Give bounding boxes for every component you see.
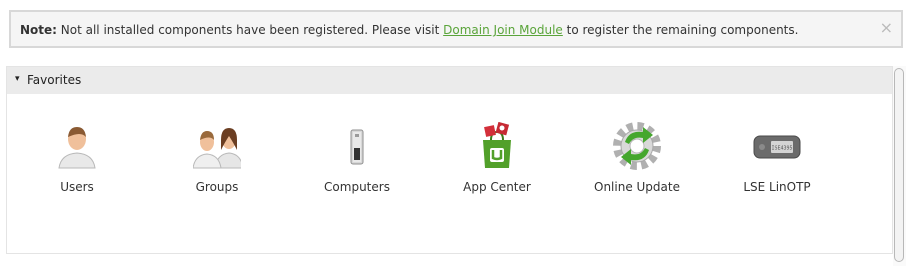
otp-token-icon: ISE4395 [753, 135, 801, 159]
notice-prefix: Note: [20, 23, 57, 37]
otp-token-display: ISE4395 [771, 146, 792, 152]
favorites-title: Favorites [27, 73, 82, 87]
app-center-icon [483, 122, 511, 168]
module-label: Computers [324, 180, 390, 194]
domain-join-link[interactable]: Domain Join Module [443, 23, 563, 37]
module-computers[interactable]: Computers [297, 117, 417, 201]
module-app-center[interactable]: App Center [437, 117, 557, 201]
module-label: LSE LinOTP [743, 180, 811, 194]
caret-down-icon: ▾ [15, 74, 20, 84]
registration-notice: Note: Not all installed components have … [9, 10, 903, 48]
module-label: App Center [463, 180, 531, 194]
vertical-scrollbar[interactable] [893, 66, 906, 266]
module-label: Users [60, 180, 94, 194]
favorites-panel: ▾ Favorites Users Groups Computers App C… [6, 66, 893, 254]
group-icon [193, 128, 241, 169]
favorites-header[interactable]: ▾ Favorites [7, 67, 892, 94]
online-update-icon [613, 122, 661, 170]
module-users[interactable]: Users [17, 117, 137, 201]
notice-text-after: to register the remaining components. [562, 23, 799, 37]
module-lse-linotp[interactable]: ISE4395 LSE LinOTP [717, 117, 837, 201]
user-icon [58, 127, 96, 169]
scrollbar-thumb[interactable] [894, 68, 904, 262]
notice-text-before: Not all installed components have been r… [56, 23, 444, 37]
notice-message: Note: Not all installed components have … [20, 23, 798, 37]
module-label: Online Update [594, 180, 680, 194]
module-groups[interactable]: Groups [157, 117, 277, 201]
module-online-update[interactable]: Online Update [577, 117, 697, 201]
module-label: Groups [195, 180, 239, 194]
computer-icon [350, 129, 364, 165]
close-icon[interactable]: × [880, 19, 893, 37]
